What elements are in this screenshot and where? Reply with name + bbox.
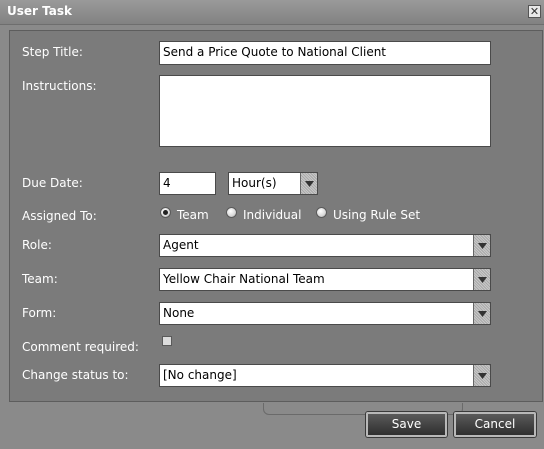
chevron-down-icon[interactable] [473, 269, 490, 290]
change-status-value: [No change] [163, 368, 237, 382]
close-icon[interactable]: ✕ [528, 5, 541, 18]
form-value: None [163, 306, 195, 320]
form-label: Form: [22, 306, 57, 320]
title-bar[interactable]: User Task ✕ [0, 0, 544, 25]
due-date-unit-value: Hour(s) [232, 176, 277, 190]
chevron-down-icon[interactable] [473, 303, 490, 324]
radio-team-label: Team [177, 208, 209, 222]
instructions-label: Instructions: [22, 79, 97, 93]
step-title-input[interactable]: Send a Price Quote to National Client [159, 41, 491, 65]
chevron-down-icon[interactable] [473, 235, 490, 256]
radio-rule-set-label: Using Rule Set [333, 208, 421, 222]
step-title-label: Step Title: [22, 45, 83, 59]
form-select[interactable]: None [159, 302, 491, 325]
role-value: Agent [163, 238, 199, 252]
due-date-unit-select[interactable]: Hour(s) [228, 172, 318, 195]
cancel-button[interactable]: Cancel [454, 412, 536, 437]
team-label: Team: [22, 272, 58, 286]
user-task-dialog: User Task ✕ Step Title: Send a Price Quo… [0, 0, 544, 449]
team-select[interactable]: Yellow Chair National Team [159, 268, 491, 291]
chevron-down-icon[interactable] [300, 173, 317, 194]
comment-required-checkbox[interactable] [162, 336, 172, 346]
radio-rule-set[interactable] [316, 207, 327, 218]
role-select[interactable]: Agent [159, 234, 491, 257]
instructions-textarea[interactable] [159, 75, 491, 147]
due-date-label: Due Date: [22, 176, 83, 190]
change-status-label: Change status to: [22, 368, 129, 382]
radio-team[interactable] [160, 207, 171, 218]
team-value: Yellow Chair National Team [163, 272, 325, 286]
dialog-title: User Task [7, 4, 72, 18]
assigned-to-label: Assigned To: [22, 209, 97, 223]
radio-individual-label: Individual [243, 208, 302, 222]
due-date-input[interactable]: 4 [159, 172, 216, 195]
change-status-select[interactable]: [No change] [159, 364, 491, 387]
save-button[interactable]: Save [366, 412, 447, 437]
comment-required-label: Comment required: [22, 340, 139, 354]
chevron-down-icon[interactable] [473, 365, 490, 386]
radio-individual[interactable] [226, 207, 237, 218]
role-label: Role: [22, 238, 52, 252]
